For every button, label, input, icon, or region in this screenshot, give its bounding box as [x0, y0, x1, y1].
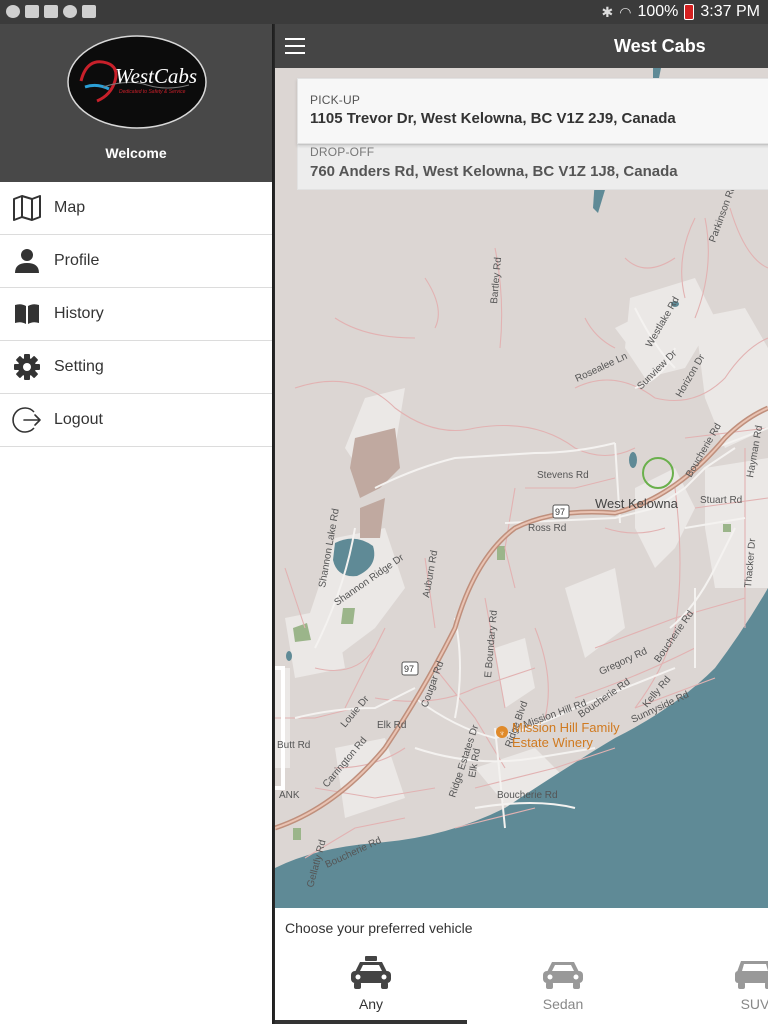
- menu-item-setting[interactable]: Setting: [0, 341, 272, 394]
- menu-label-history: History: [54, 305, 104, 322]
- dropoff-field[interactable]: DROP-OFF 760 Anders Rd, West Kelowna, BC…: [297, 144, 768, 190]
- highway-shield-97-south: 97: [401, 661, 419, 676]
- pickup-address: 1105 Trevor Dr, West Kelowna, BC V1Z 2J9…: [310, 110, 676, 127]
- menu-item-map[interactable]: Map: [0, 182, 272, 235]
- drawer-shadow: [272, 24, 275, 1024]
- sedan-icon: [543, 962, 583, 989]
- map-label-boucherie-rd-west: Boucherie Rd: [497, 790, 558, 801]
- pickup-field[interactable]: PICK-UP 1105 Trevor Dr, West Kelowna, BC…: [297, 78, 768, 144]
- vehicle-label-suv: SUV: [740, 996, 768, 1012]
- winery-label-line1: Mission Hill Family: [512, 720, 620, 735]
- menu-label-profile: Profile: [54, 252, 100, 269]
- map-label-ross-rd: Ross Rd: [528, 523, 566, 534]
- map-label-elk-rd: Elk Rd: [377, 720, 406, 731]
- menu-label-logout: Logout: [54, 411, 103, 428]
- drawer-menu: Map Profile History Setting Logout: [0, 182, 272, 447]
- welcome-text: Welcome: [105, 145, 167, 161]
- svg-text:97: 97: [404, 664, 414, 674]
- main-map-screen: Stevens Rd Ross Rd Stuart Rd Boucherie R…: [275, 24, 768, 1024]
- highway-shield-97: 97: [552, 504, 570, 519]
- battery-percent: 100%: [637, 3, 679, 20]
- map-label-stuart-rd: Stuart Rd: [700, 495, 742, 506]
- status-indicators: ✱ ◠ 100% 3:37 PM: [602, 3, 760, 21]
- map[interactable]: Stevens Rd Ross Rd Stuart Rd Boucherie R…: [275, 68, 768, 908]
- map-label-west-kelowna: West Kelowna: [595, 496, 679, 511]
- app-bar: West Cabs: [275, 24, 768, 68]
- book-icon: [12, 300, 42, 328]
- logout-icon: [12, 406, 42, 434]
- drawer-header: WestCabs Dedicated to Safety & Service W…: [0, 24, 272, 182]
- bluetooth-icon: ✱: [601, 3, 614, 20]
- wifi-icon: ◠: [619, 3, 632, 20]
- shield-icon: [63, 5, 77, 18]
- vehicle-option-suv[interactable]: SUV: [715, 956, 768, 1012]
- person-icon: [12, 247, 42, 275]
- westcabs-logo: WestCabs Dedicated to Safety & Service: [67, 35, 207, 129]
- app-title: West Cabs: [614, 36, 706, 56]
- gmail-icon: [44, 5, 58, 18]
- suv-icon: [735, 961, 768, 989]
- play-store-icon: [82, 5, 96, 18]
- clock: 3:37 PM: [700, 3, 760, 20]
- vehicle-prompt: Choose your preferred vehicle: [285, 920, 473, 936]
- svg-text:97: 97: [555, 507, 565, 517]
- vehicle-label-sedan: Sedan: [542, 996, 584, 1012]
- menu-item-profile[interactable]: Profile: [0, 235, 272, 288]
- menu-item-logout[interactable]: Logout: [0, 394, 272, 447]
- taxi-icon: [351, 956, 391, 989]
- flipboard-icon: [25, 5, 39, 18]
- winery-label-line2: Estate Winery: [512, 735, 593, 750]
- logo-tagline: Dedicated to Safety & Service: [119, 89, 186, 95]
- menu-label-map: Map: [54, 199, 86, 216]
- vehicle-panel: Choose your preferred vehicle Any Sedan …: [275, 908, 768, 1024]
- map-label-stevens-rd: Stevens Rd: [537, 470, 589, 481]
- menu-item-history[interactable]: History: [0, 288, 272, 341]
- status-bar: ✱ ◠ 100% 3:37 PM: [0, 0, 768, 24]
- battery-icon: [684, 4, 695, 20]
- navigation-drawer: WestCabs Dedicated to Safety & Service W…: [0, 24, 272, 1024]
- android-icon: [6, 5, 20, 18]
- vehicle-option-any[interactable]: Any: [331, 956, 411, 1012]
- notification-icons: [6, 5, 96, 18]
- hamburger-icon[interactable]: [285, 38, 305, 54]
- svg-text:♆: ♆: [499, 729, 505, 738]
- map-icon: [12, 194, 42, 222]
- gear-icon: [12, 353, 42, 381]
- map-label-butt-rd: Butt Rd: [277, 740, 310, 751]
- vehicle-option-sedan[interactable]: Sedan: [523, 956, 603, 1012]
- dropoff-address: 760 Anders Rd, West Kelowna, BC V1Z 1J8,…: [310, 163, 678, 180]
- vehicle-selection-indicator: [275, 1020, 467, 1024]
- map-label-bank: ANK: [279, 790, 300, 801]
- logo-text: WestCabs: [115, 64, 197, 88]
- menu-label-setting: Setting: [54, 358, 104, 375]
- vehicle-label-any: Any: [358, 996, 384, 1012]
- pickup-label: PICK-UP: [310, 93, 361, 107]
- dropoff-label: DROP-OFF: [310, 145, 375, 159]
